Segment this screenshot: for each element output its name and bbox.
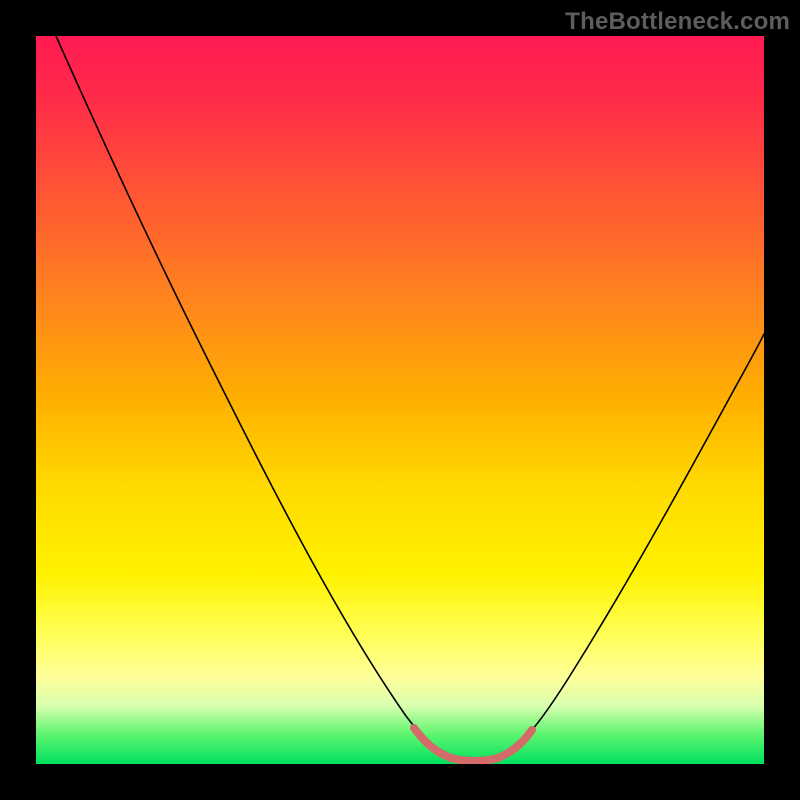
curve-layer	[36, 36, 764, 764]
watermark-text: TheBottleneck.com	[565, 8, 790, 36]
chart-frame: TheBottleneck.com	[0, 0, 800, 800]
bottleneck-curve	[56, 36, 764, 760]
plot-area	[36, 36, 764, 764]
optimal-range-highlight	[414, 728, 532, 761]
